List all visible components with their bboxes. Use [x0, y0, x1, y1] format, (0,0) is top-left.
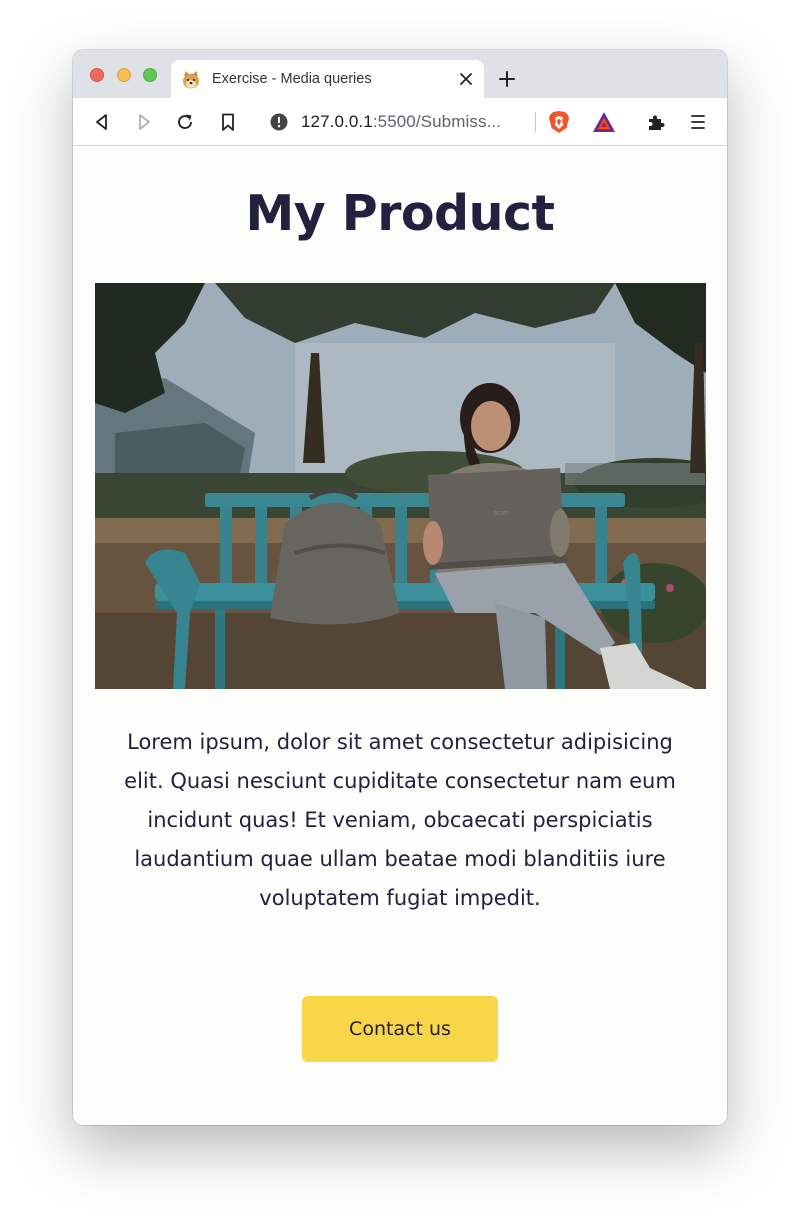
url-path: :5500/Submiss... — [372, 112, 502, 131]
close-window-button[interactable] — [90, 68, 104, 82]
menu-icon[interactable] — [688, 112, 708, 132]
brave-shields-icon[interactable] — [548, 110, 570, 134]
close-tab-icon[interactable] — [459, 72, 473, 86]
brave-rewards-icon[interactable] — [592, 111, 616, 133]
product-description: Lorem ipsum, dolor sit amet consectetur … — [124, 730, 676, 910]
zoom-window-button[interactable] — [143, 68, 157, 82]
url-text: 127.0.0.1:5500/Submiss... — [301, 112, 501, 132]
reload-icon[interactable] — [175, 112, 195, 132]
url-host: 127.0.0.1 — [301, 112, 373, 131]
tab-title: Exercise - Media queries — [212, 71, 372, 87]
contact-us-button[interactable]: Contact us — [302, 996, 498, 1062]
page-content: My Product acer Lorem ipsum, dolor sit a… — [73, 147, 727, 1125]
tab-strip: Exercise - Media queries — [73, 50, 727, 98]
page-title: My Product — [245, 185, 555, 242]
info-icon[interactable] — [270, 113, 288, 131]
bookmark-icon[interactable] — [218, 112, 238, 132]
minimize-window-button[interactable] — [117, 68, 131, 82]
address-bar[interactable]: 127.0.0.1:5500/Submiss... — [256, 105, 626, 139]
omnibox-divider — [535, 112, 536, 132]
browser-toolbar: 127.0.0.1:5500/Submiss... — [73, 98, 727, 146]
tab-exercise[interactable]: Exercise - Media queries — [171, 60, 484, 98]
browser-window: Exercise - Media queries 127.0.0.1:5500/… — [73, 50, 727, 1125]
new-tab-icon[interactable] — [498, 70, 516, 88]
extensions-icon[interactable] — [646, 112, 666, 132]
back-icon[interactable] — [92, 112, 112, 132]
woman-with-laptop-on-park-bench: acer — [95, 283, 706, 689]
doge-favicon — [183, 71, 199, 89]
forward-icon[interactable] — [134, 112, 154, 132]
hero-image: acer — [95, 283, 706, 689]
